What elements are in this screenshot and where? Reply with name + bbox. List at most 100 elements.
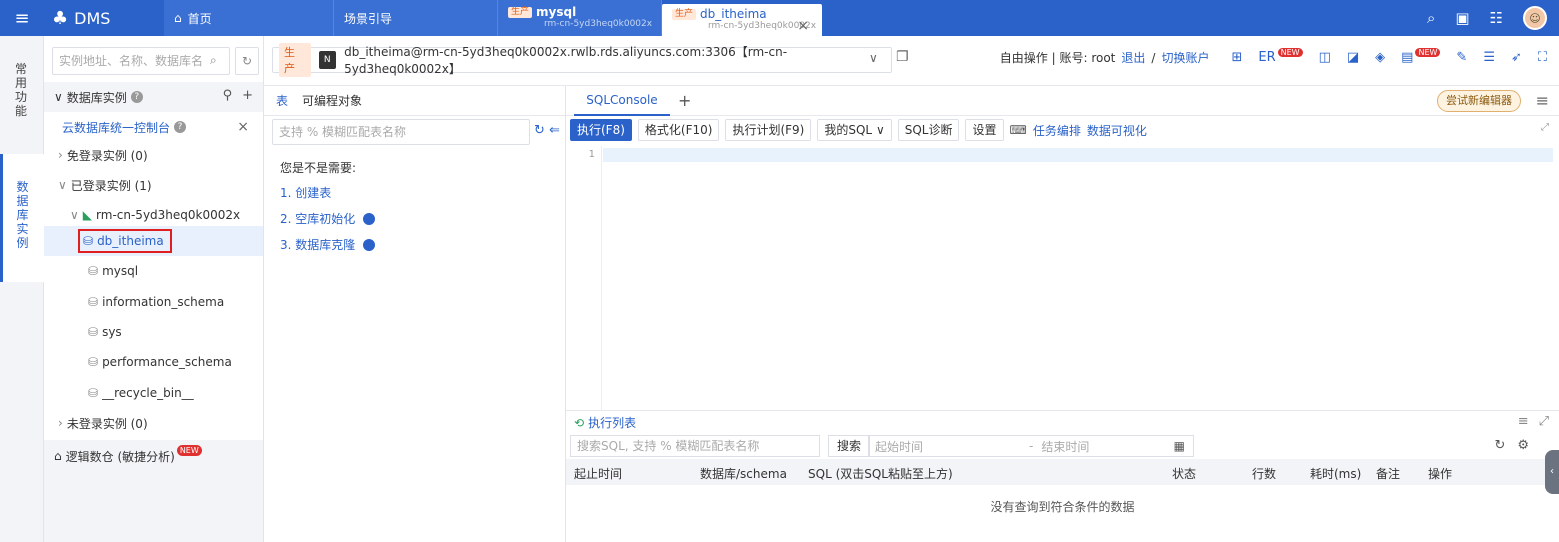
tree-logged-in[interactable]: ∨ 已登录实例 (1) xyxy=(44,170,263,200)
tree-db-db-itheima[interactable]: ⛁ db_itheima xyxy=(44,226,263,256)
tree-free-login[interactable]: › 免登录实例 (0) xyxy=(44,140,263,170)
keyboard-icon[interactable]: ⌨ xyxy=(1010,123,1027,137)
db-name: sys xyxy=(102,325,122,339)
expand-icon[interactable]: ⤢ xyxy=(1541,122,1549,133)
tab-home[interactable]: ⌂ 首页 xyxy=(164,0,334,36)
dms-logo[interactable]: ♣ DMS xyxy=(44,0,164,36)
empty-db-init-label: 2. 空库初始化 xyxy=(280,212,356,226)
data-visualization-link[interactable]: 数据可视化 xyxy=(1087,122,1147,139)
db-clone-link[interactable]: 3. 数据库克隆 ? xyxy=(280,236,376,253)
gear-icon[interactable]: ⚙ xyxy=(1517,438,1529,453)
tree-not-logged-label: 未登录实例 (0) xyxy=(66,416,148,431)
refresh-icon[interactable]: ↻ xyxy=(235,47,259,75)
connection-select[interactable]: 生产 N db_itheima@rm-cn-5yd3heq0k0002x.rwl… xyxy=(272,43,892,77)
date-separator: - xyxy=(1029,439,1034,453)
help-icon[interactable]: ? xyxy=(130,91,143,103)
console-link[interactable]: 云数据库统一控制台 ? × xyxy=(44,112,263,142)
new-badge: NEW xyxy=(1415,48,1441,57)
my-sql-dropdown[interactable]: 我的SQL ∨ xyxy=(817,119,892,141)
table-search-input[interactable]: 支持 % 模糊匹配表名称 xyxy=(272,119,530,145)
add-tab-icon[interactable]: + xyxy=(678,91,691,110)
menu-icon[interactable]: ≡ xyxy=(1536,91,1549,110)
sql-editor[interactable]: 1 xyxy=(566,146,1559,410)
help-icon[interactable]: ? xyxy=(363,212,376,225)
settings-button[interactable]: 设置 xyxy=(965,119,1004,141)
sql-tabs: SQLConsole + 尝试新编辑器 ≡ xyxy=(566,86,1559,116)
layout-icon[interactable]: ☷ xyxy=(1490,9,1503,27)
rail-db-instance[interactable]: 数据库实例 xyxy=(0,154,44,282)
fullscreen-icon[interactable]: ⛶ xyxy=(1538,50,1547,65)
logic-warehouse[interactable]: ⌂ 逻辑数仓 (敏捷分析) NEW xyxy=(44,440,263,472)
edit-icon[interactable]: ✎ xyxy=(1456,50,1467,65)
execute-button[interactable]: 执行(F8) xyxy=(570,119,632,141)
tab-db-itheima-label: db_itheima xyxy=(700,7,767,21)
tree-db-sys[interactable]: ⛁ sys xyxy=(44,317,263,347)
create-table-link[interactable]: 1. 创建表 xyxy=(280,184,331,201)
monitor-icon[interactable]: ◫ xyxy=(1319,50,1331,65)
chevron-down-icon[interactable]: ∨ xyxy=(869,51,878,65)
empty-db-init-link[interactable]: 2. 空库初始化 ? xyxy=(280,210,376,227)
sql-toolbar: 执行(F8) 格式化(F10) 执行计划(F9) 我的SQL ∨ SQL诊断 设… xyxy=(566,118,1559,142)
send-icon[interactable]: ➶ xyxy=(1511,50,1522,65)
search-icon[interactable]: ⌕ xyxy=(210,53,217,68)
rail-common-functions[interactable]: 常用功能 xyxy=(0,62,44,118)
tab-sqlconsole[interactable]: SQLConsole xyxy=(574,86,670,116)
history-icon: ⟲ xyxy=(574,415,585,430)
empty-message: 没有查询到符合条件的数据 xyxy=(990,500,1135,514)
tree-db-mysql[interactable]: ⛁ mysql xyxy=(44,256,263,286)
close-icon[interactable]: × xyxy=(797,18,809,34)
avatar[interactable]: ☺ xyxy=(1523,6,1547,30)
tab-scene-guide[interactable]: 场景引导 xyxy=(334,0,498,36)
tab-programmable[interactable]: 可编程对象 xyxy=(302,92,362,109)
filter-icon[interactable]: ⚲ xyxy=(223,88,233,103)
chart-icon[interactable]: ◪ xyxy=(1347,50,1359,65)
logic-warehouse-label: 逻辑数仓 (敏捷分析) xyxy=(65,449,175,464)
list-icon[interactable]: ☰ xyxy=(1483,50,1495,65)
switch-account-link[interactable]: 切换账户 xyxy=(1161,49,1209,66)
try-new-editor-button[interactable]: 尝试新编辑器 xyxy=(1437,90,1521,112)
tree-not-logged[interactable]: › 未登录实例 (0) xyxy=(44,408,263,438)
chevron-down-icon[interactable]: ∨ xyxy=(54,90,63,104)
refresh-icon[interactable]: ↻ ⇐ xyxy=(534,123,560,138)
date-range-picker[interactable]: 起始时间 - 结束时间 ▦ xyxy=(868,435,1194,457)
tab-db-itheima[interactable]: 生产 db_itheima rm-cn-5yd3heq0k0002x × xyxy=(662,4,822,36)
tab-table[interactable]: 表 xyxy=(276,92,288,109)
logout-link[interactable]: 退出 xyxy=(1121,49,1145,66)
add-icon[interactable]: + xyxy=(242,88,253,103)
help-icon[interactable]: ? xyxy=(363,238,376,251)
menu-icon[interactable]: ≡ xyxy=(0,0,44,36)
report-icon[interactable]: ▤ NEW xyxy=(1401,48,1441,65)
dms-logo-icon: ♣ xyxy=(52,7,69,29)
db-clone-label: 3. 数据库克隆 xyxy=(280,238,356,252)
exec-list-title[interactable]: 执行列表 xyxy=(588,414,636,431)
chevron-down-icon: ∨ xyxy=(875,123,885,137)
instance-search-input[interactable]: 实例地址、名称、数据库名 xyxy=(52,47,230,75)
table-icon[interactable]: ⊞ xyxy=(1231,50,1242,65)
database-icon: ⛁ xyxy=(88,386,99,400)
sql-diagnose-button[interactable]: SQL诊断 xyxy=(897,119,960,141)
er-icon[interactable]: ER NEW xyxy=(1258,48,1303,65)
help-icon[interactable]: ? xyxy=(174,121,187,133)
menu-icon[interactable]: ≡ xyxy=(1518,414,1529,429)
explain-button[interactable]: 执行计划(F9) xyxy=(725,119,812,141)
tab-mysql-label: mysql xyxy=(536,5,577,19)
document-icon[interactable]: ▣ xyxy=(1455,9,1469,27)
tab-mysql[interactable]: 生产 mysql rm-cn-5yd3heq0k0002x xyxy=(498,0,662,36)
shield-icon[interactable]: ◈ xyxy=(1375,50,1385,65)
format-button[interactable]: 格式化(F10) xyxy=(637,119,720,141)
db-name: db_itheima xyxy=(97,234,164,248)
expand-icon[interactable]: ⤢ xyxy=(1539,414,1549,429)
tree-db-information-schema[interactable]: ⛁ information_schema xyxy=(44,287,263,317)
search-icon[interactable]: ⌕ xyxy=(1427,9,1435,27)
tree-db-performance-schema[interactable]: ⛁ performance_schema xyxy=(44,347,263,377)
close-icon[interactable]: × xyxy=(237,119,249,135)
db-name: information_schema xyxy=(102,295,225,309)
tree-db-recycle-bin[interactable]: ⛁ __recycle_bin__ xyxy=(44,378,263,408)
refresh-icon[interactable]: ↻ xyxy=(1494,438,1505,453)
side-handle-icon[interactable]: ‹ xyxy=(1545,450,1559,494)
tree-free-login-label: 免登录实例 (0) xyxy=(66,148,148,163)
exec-search-button[interactable]: 搜索 xyxy=(828,435,871,457)
exec-search-input[interactable]: 搜索SQL, 支持 % 模糊匹配表名称 xyxy=(570,435,820,457)
task-orchestration-link[interactable]: 任务编排 xyxy=(1033,122,1081,139)
copy-icon[interactable]: ❐ xyxy=(896,49,909,65)
